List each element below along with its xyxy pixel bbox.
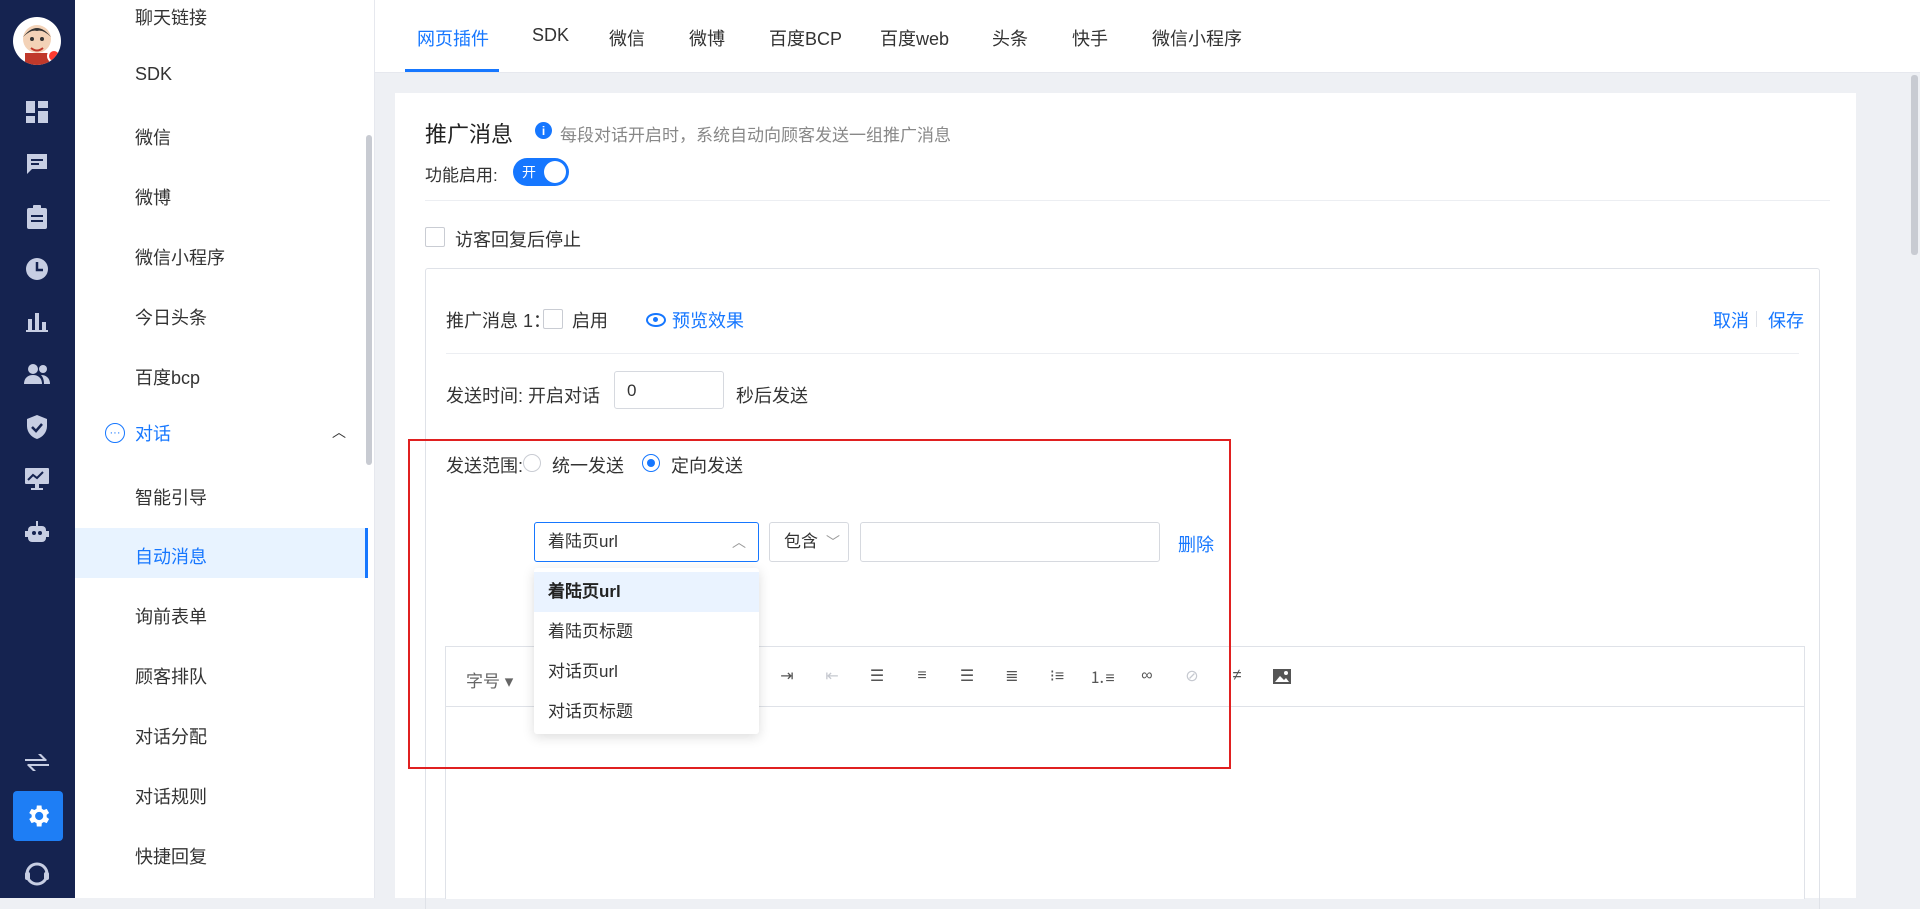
send-time-label: 发送时间: 开启对话 <box>446 386 601 406</box>
eye-icon <box>646 313 666 327</box>
subnav-scrollbar[interactable] <box>366 135 372 465</box>
preview-link[interactable]: 预览效果 <box>646 307 744 333</box>
subnav-item-toutiao[interactable]: 今日头条 <box>135 304 207 330</box>
subnav-item-assignment[interactable]: 对话分配 <box>135 723 207 749</box>
tab-baidu-bcp[interactable]: 百度BCP <box>769 25 842 51</box>
switch-knob <box>544 161 566 183</box>
subnav-group-label: 对话 <box>135 424 171 444</box>
subnav-item-auto-message[interactable]: 自动消息 <box>135 543 207 569</box>
icon-rail <box>0 0 75 898</box>
swap-icon[interactable] <box>23 749 51 777</box>
divider <box>446 353 1799 354</box>
status-dot <box>47 49 61 63</box>
page-title: 推广消息 <box>425 122 514 147</box>
switch-text: 开 <box>522 164 536 180</box>
chat-bubble-icon: ··· <box>105 423 125 443</box>
tab-baidu-web[interactable]: 百度web <box>880 25 949 51</box>
subnav-item-baidu-bcp[interactable]: 百度bcp <box>135 364 200 390</box>
page-scrollbar[interactable] <box>1911 75 1918 255</box>
send-time-suffix: 秒后发送 <box>736 386 808 406</box>
stop-after-reply-label: 访客回复后停止 <box>455 230 581 250</box>
chat-icon[interactable] <box>23 150 51 178</box>
clock-icon[interactable] <box>23 255 51 283</box>
settings-icon[interactable] <box>13 791 63 841</box>
image-icon[interactable] <box>1272 667 1292 685</box>
send-delay-input[interactable]: 0 <box>614 371 724 409</box>
info-icon: i <box>535 122 552 139</box>
divider <box>425 200 1830 201</box>
subnav-item-rules[interactable]: 对话规则 <box>135 783 207 809</box>
robot-icon[interactable] <box>23 518 51 546</box>
subnav-group-conversation[interactable]: ··· 对话 <box>105 420 171 446</box>
dashboard-icon[interactable] <box>23 98 51 126</box>
bar-chart-icon[interactable] <box>23 307 51 335</box>
message-enable-checkbox[interactable] <box>543 309 563 329</box>
subnav-item-quick-reply[interactable]: 快捷回复 <box>135 843 207 869</box>
tab-wechat[interactable]: 微信 <box>609 25 645 51</box>
message-title: 推广消息 1： <box>446 311 552 331</box>
subnav-item-pre-chat-form[interactable]: 询前表单 <box>135 603 207 629</box>
preview-label: 预览效果 <box>672 311 744 331</box>
subnav-item-smart-guide[interactable]: 智能引导 <box>135 484 207 510</box>
save-button[interactable]: 保存 <box>1768 307 1804 333</box>
subnav-item-chat-link[interactable]: 聊天链接 <box>135 4 207 30</box>
feature-enable-switch[interactable]: 开 <box>513 158 569 186</box>
settings-subnav: 聊天链接 SDK 微信 微博 微信小程序 今日头条 百度bcp ··· 对话 ︿… <box>75 0 375 898</box>
subnav-item-sdk[interactable]: SDK <box>135 64 172 85</box>
support-icon[interactable] <box>23 860 51 888</box>
tab-wechat-miniapp[interactable]: 微信小程序 <box>1152 25 1242 51</box>
tab-web-plugin[interactable]: 网页插件 <box>417 25 489 51</box>
page-description: 每段对话开启时，系统自动向顾客发送一组推广消息 <box>560 126 951 145</box>
chevron-up-icon[interactable]: ︿ <box>332 422 346 442</box>
subnav-item-queue[interactable]: 顾客排队 <box>135 663 207 689</box>
action-separator <box>1756 311 1757 327</box>
users-icon[interactable] <box>23 360 51 388</box>
active-tab-indicator <box>405 69 499 72</box>
subnav-active-highlight <box>75 528 368 578</box>
highlight-box <box>408 439 1231 769</box>
cancel-button[interactable]: 取消 <box>1713 307 1749 333</box>
subnav-item-wechat[interactable]: 微信 <box>135 124 171 150</box>
message-enable-label: 启用 <box>572 311 608 331</box>
shield-icon[interactable] <box>23 413 51 441</box>
clipboard-icon[interactable] <box>23 203 51 231</box>
tab-kuaishou[interactable]: 快手 <box>1072 25 1108 51</box>
tab-weibo[interactable]: 微博 <box>689 25 725 51</box>
subnav-item-wechat-miniapp[interactable]: 微信小程序 <box>135 244 225 270</box>
subnav-item-weibo[interactable]: 微博 <box>135 184 171 210</box>
stop-after-reply-checkbox[interactable] <box>425 227 445 247</box>
avatar[interactable] <box>13 17 61 65</box>
feature-enable-label: 功能启用: <box>425 166 498 185</box>
channel-tabs: 网页插件 SDK 微信 微博 百度BCP 百度web 头条 快手 微信小程序 <box>375 0 1920 73</box>
tab-sdk[interactable]: SDK <box>532 25 569 46</box>
tab-toutiao[interactable]: 头条 <box>992 25 1028 51</box>
monitor-icon[interactable] <box>23 465 51 493</box>
